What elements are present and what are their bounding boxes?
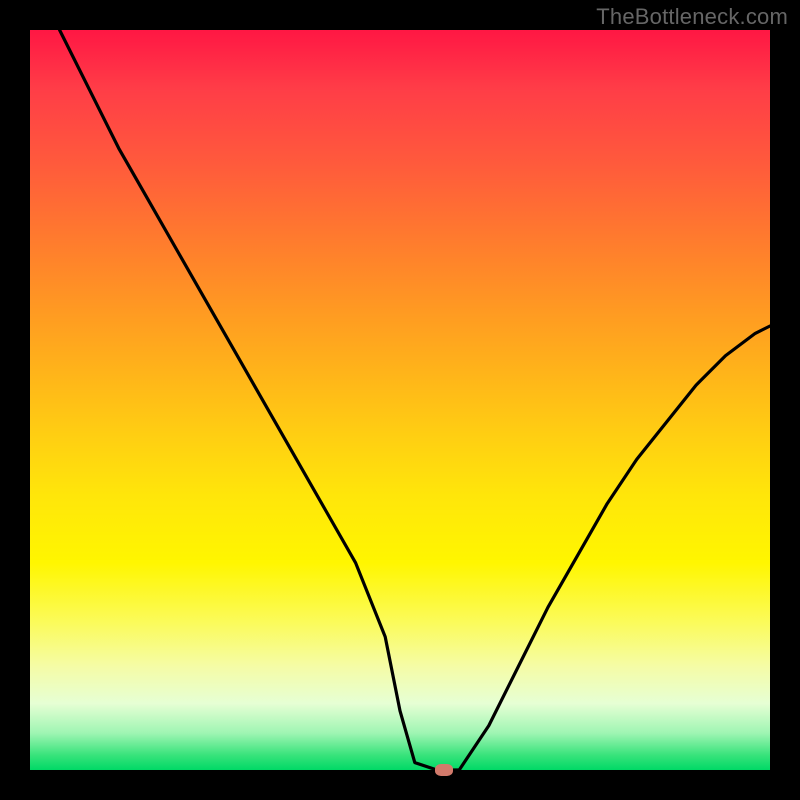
- plot-area: [30, 30, 770, 770]
- chart-frame: TheBottleneck.com: [0, 0, 800, 800]
- watermark-text: TheBottleneck.com: [596, 4, 788, 30]
- minimum-marker: [435, 764, 453, 776]
- bottleneck-curve: [30, 30, 770, 770]
